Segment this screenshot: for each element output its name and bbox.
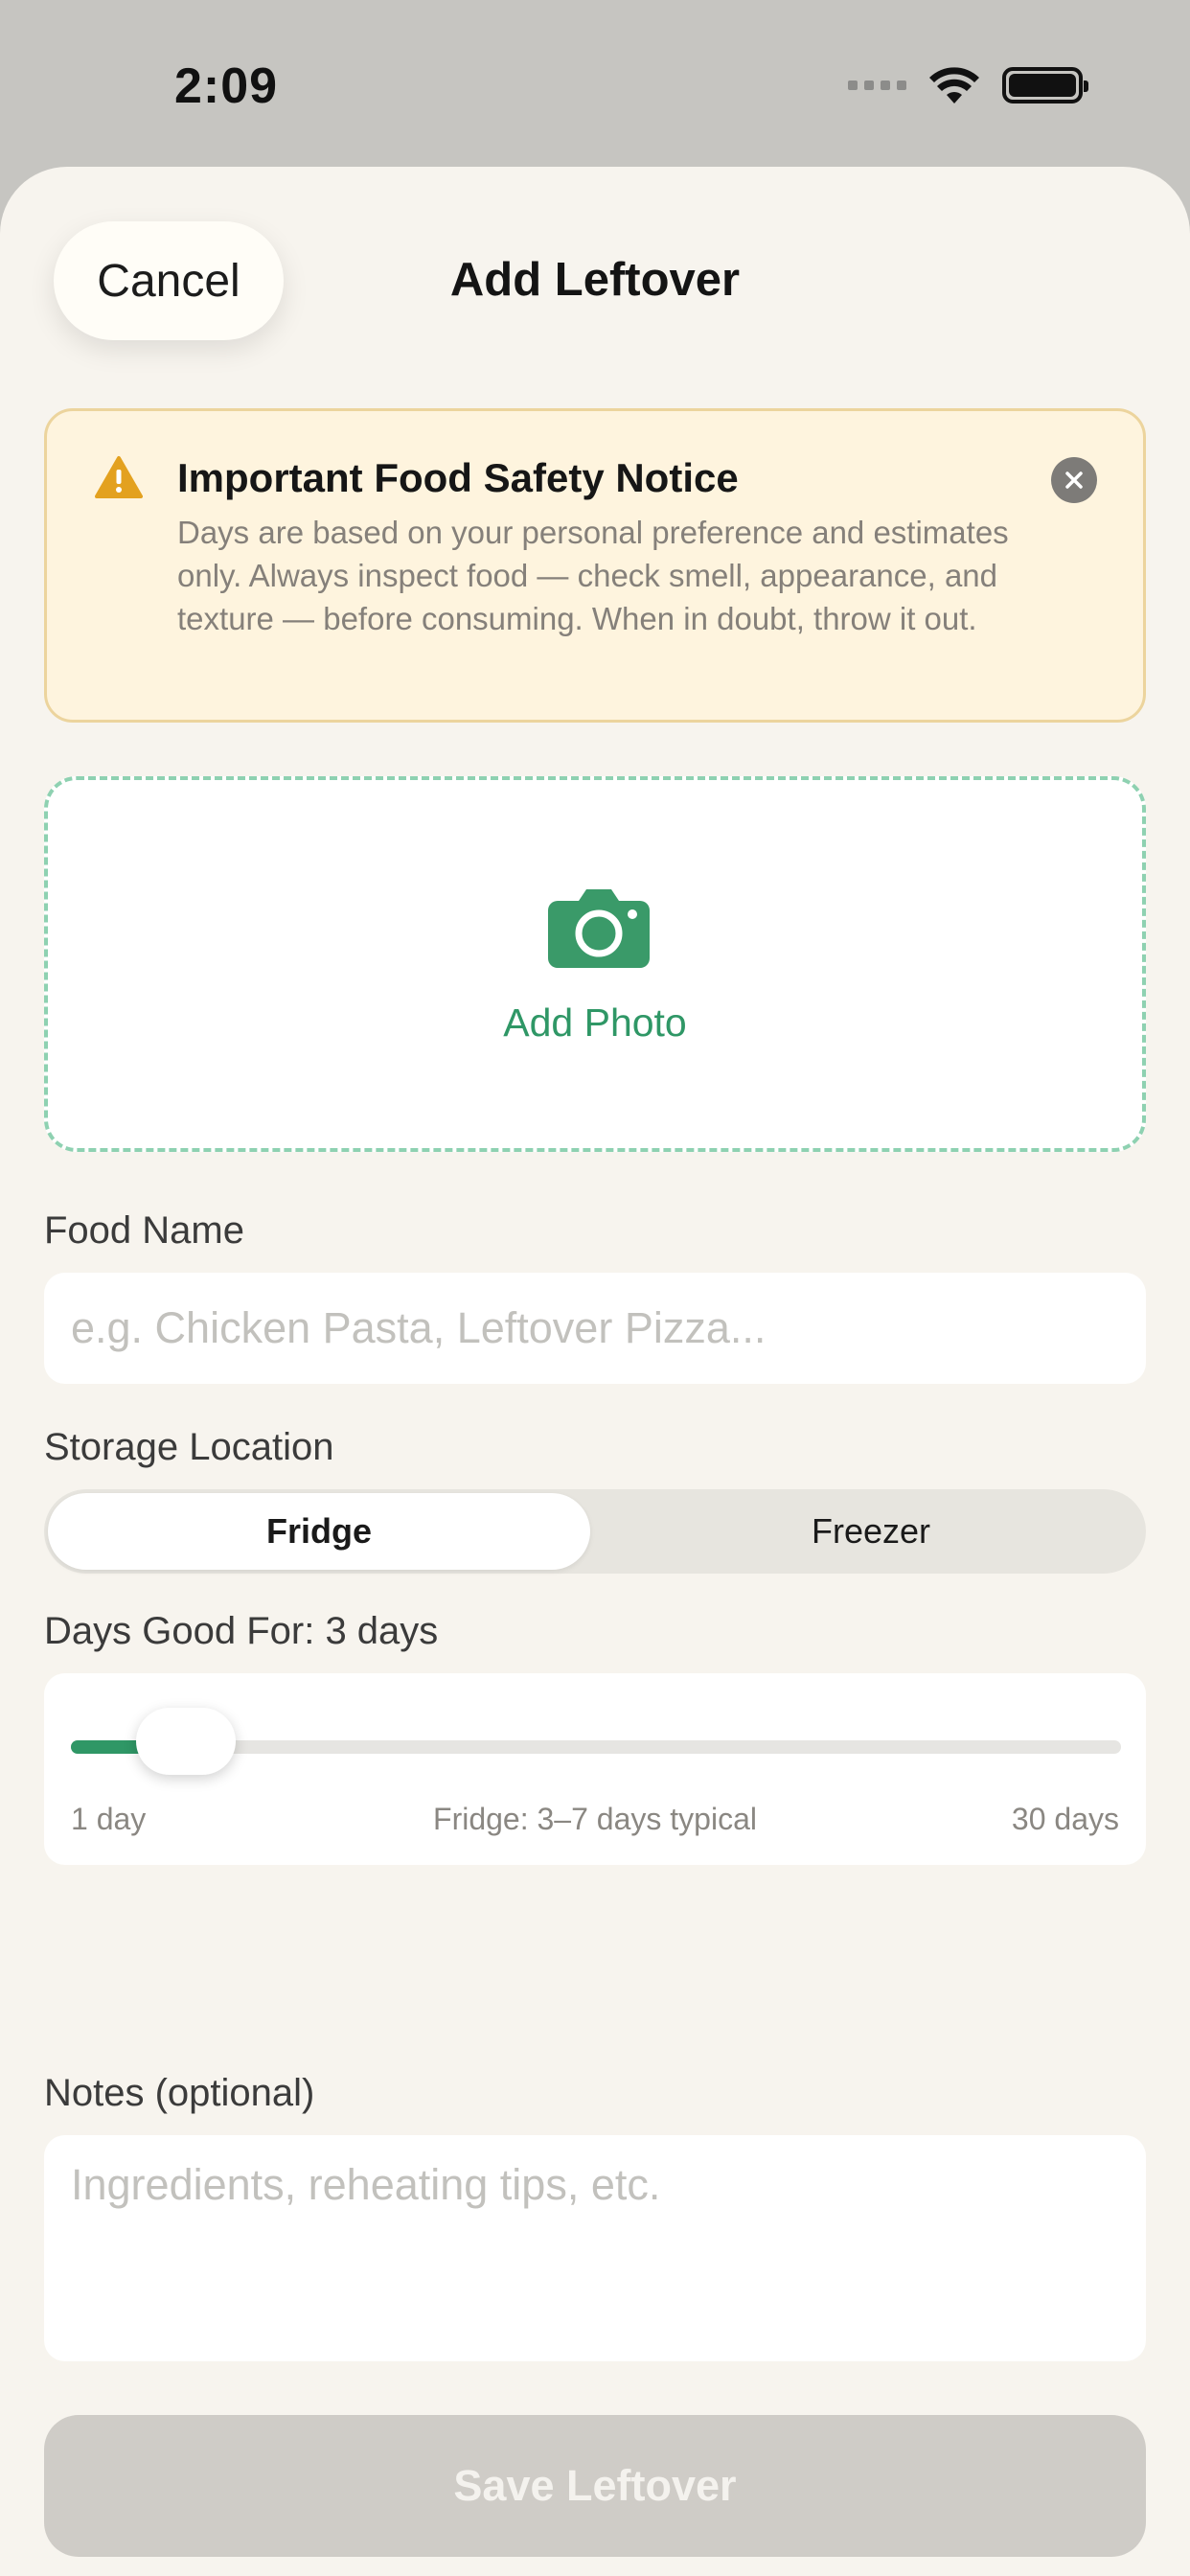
storage-option-freezer[interactable]: Freezer [600,1493,1142,1570]
storage-option-fridge[interactable]: Fridge [48,1493,590,1570]
slider-max-label: 30 days [1011,1802,1119,1836]
days-slider-card: 1 day Fridge: 3–7 days typical 30 days [44,1673,1146,1865]
food-safety-notice: Important Food Safety Notice Days are ba… [44,408,1146,723]
days-slider-thumb[interactable] [136,1708,237,1775]
signal-icon [848,80,906,90]
battery-icon [1002,67,1088,104]
page-title: Add Leftover [449,254,741,306]
days-good-for-label: Days Good For: 3 days [44,1610,439,1652]
close-icon[interactable] [1051,457,1097,503]
food-name-input[interactable] [44,1273,1146,1384]
camera-icon [548,889,650,968]
add-leftover-sheet: Cancel Add Leftover Important Food Safet… [0,167,1190,2576]
status-icons [848,65,1088,105]
add-photo-button[interactable]: Add Photo [44,776,1146,1152]
add-photo-label: Add Photo [503,1000,687,1045]
slider-hint: Fridge: 3–7 days typical [433,1802,757,1836]
warning-icon [95,456,143,498]
notice-body: Days are based on your personal preferen… [177,515,1009,636]
notes-label: Notes (optional) [44,2072,315,2114]
notice-title: Important Food Safety Notice [177,455,739,500]
notes-textarea[interactable] [44,2135,1146,2361]
food-name-label: Food Name [44,1209,244,1252]
status-bar: 2:09 [0,0,1190,168]
storage-location-segmented-control: Fridge Freezer [44,1489,1146,1574]
storage-location-label: Storage Location [44,1426,334,1468]
save-leftover-button[interactable]: Save Leftover [44,2415,1146,2557]
wifi-icon [929,67,979,104]
status-time: 2:09 [174,58,279,114]
